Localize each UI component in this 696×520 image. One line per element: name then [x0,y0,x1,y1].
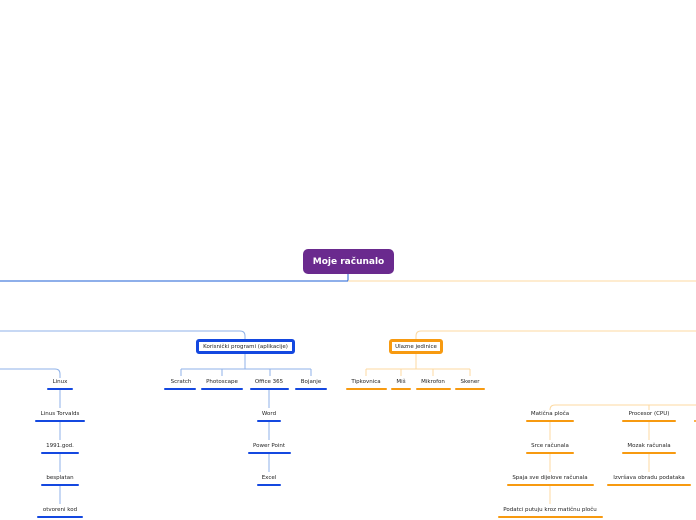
office-word-underline [257,420,281,422]
input-scanner-underline [455,388,485,390]
cpu-processing[interactable]: Izvršava obradu podataka [613,475,685,481]
root-node[interactable]: Moje računalo [303,249,394,274]
linux-node[interactable]: Linux [53,379,68,385]
program-office-underline [250,388,289,390]
input-mouse[interactable]: Miš [396,379,405,385]
program-scratch-underline [164,388,196,390]
motherboard-node[interactable]: Matična ploča [531,411,569,417]
linux-torvalds-underline [35,420,85,422]
input-scanner[interactable]: Skener [461,379,480,385]
programs-node[interactable]: Korisnički programi (aplikacije) [196,339,295,354]
program-office[interactable]: Office 365 [255,379,283,385]
input-keyboard[interactable]: Tipkovnica [351,379,380,385]
input-keyboard-underline [346,388,387,390]
linux-free[interactable]: besplatan [46,475,73,481]
linux-underline [47,388,73,390]
program-bojanje[interactable]: Bojanje [301,379,321,385]
linux-connector [0,368,61,378]
input-children-connector [365,354,471,376]
cpu-node[interactable]: Procesor (CPU) [629,411,670,417]
input-connector [415,330,696,339]
programs-children-connector [180,354,312,376]
linux-torvalds[interactable]: Linus Torvalds [41,411,80,417]
cpu-brain[interactable]: Mozak računala [627,443,670,449]
program-photoscape-underline [201,388,243,390]
hardware-connector [549,404,696,411]
cpu-underline [622,420,676,422]
linux-opensource[interactable]: otvoreni kod [43,507,77,513]
cpu-brain-underline [622,452,676,454]
linux-opensource-underline [37,516,83,518]
program-scratch[interactable]: Scratch [171,379,192,385]
office-powerpoint-underline [248,452,291,454]
office-word[interactable]: Word [262,411,276,417]
input-microphone[interactable]: Mikrofon [421,379,445,385]
motherboard-data-underline [498,516,603,518]
motherboard-data[interactable]: Podatci putuju kroz matičnu ploču [503,507,597,513]
linux-year[interactable]: 1991.god. [46,443,74,449]
motherboard-heart[interactable]: Srce računala [531,443,569,449]
input-microphone-underline [416,388,451,390]
programs-connector [0,330,246,339]
motherboard-connects-underline [507,484,594,486]
linux-year-underline [41,452,79,454]
linux-free-underline [41,484,79,486]
input-mouse-underline [391,388,411,390]
program-photoscape[interactable]: Photoscape [206,379,238,385]
motherboard-connects[interactable]: Spaja sve dijelove računala [512,475,587,481]
office-excel[interactable]: Excel [262,475,277,481]
motherboard-underline [526,420,574,422]
office-powerpoint[interactable]: Power Point [253,443,285,449]
input-node[interactable]: Ulazne jedinice [389,339,443,354]
root-left-connector [0,274,349,282]
motherboard-heart-underline [526,452,574,454]
cpu-processing-underline [607,484,691,486]
program-bojanje-underline [295,388,327,390]
office-excel-underline [257,484,281,486]
